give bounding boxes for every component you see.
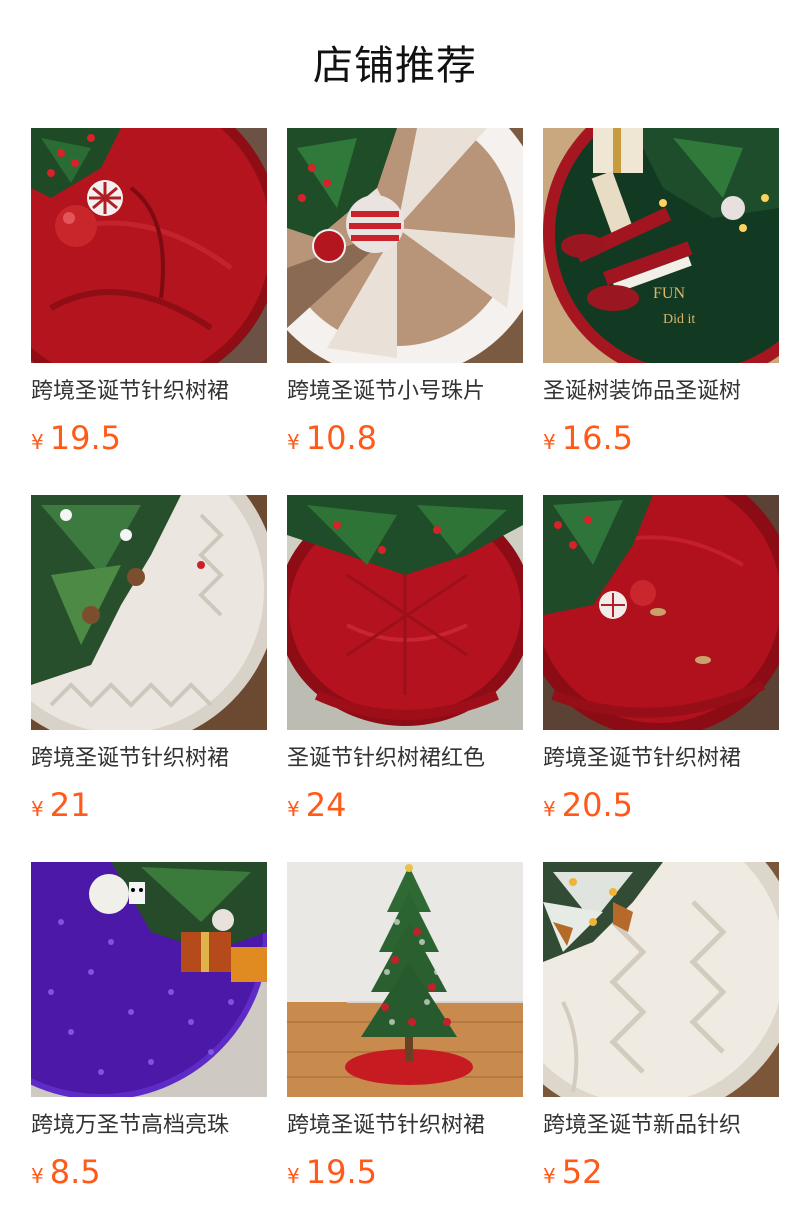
product-price: ¥52 (543, 1150, 602, 1194)
currency-symbol: ¥ (543, 1164, 556, 1188)
red-knit-buttons-tree-skirt-image[interactable] (543, 495, 779, 730)
currency-symbol: ¥ (31, 430, 44, 454)
price-value: 19.5 (305, 1153, 377, 1191)
product-price: ¥24 (287, 783, 346, 827)
red-knit-tree-skirt-image[interactable] (31, 128, 267, 363)
product-card[interactable]: 跨境圣诞节针织树裙 ¥19.5 (287, 862, 523, 1191)
product-name[interactable]: 跨境圣诞节针织树裙 (543, 743, 779, 775)
product-card[interactable]: 跨境圣诞节针织树裙 ¥20.5 (543, 495, 779, 824)
purple-sequin-tree-skirt-image[interactable] (31, 862, 267, 1097)
svg-text:Did it: Did it (663, 312, 695, 327)
product-name[interactable]: 跨境圣诞节针织树裙 (31, 376, 267, 408)
price-value: 19.5 (49, 419, 121, 457)
currency-symbol: ¥ (31, 1164, 44, 1188)
currency-symbol: ¥ (287, 1164, 300, 1188)
product-name[interactable]: 圣诞节针织树裙红色 (287, 743, 523, 775)
product-price: ¥21 (31, 783, 90, 827)
sequin-tree-skirt-image[interactable] (287, 128, 523, 363)
price-value: 10.8 (305, 419, 377, 457)
product-card[interactable]: 跨境圣诞节针织树裙 ¥21 (31, 495, 267, 824)
price-value: 8.5 (49, 1153, 101, 1191)
product-name[interactable]: 圣诞树装饰品圣诞树 (543, 376, 779, 408)
currency-symbol: ¥ (543, 430, 556, 454)
product-name[interactable]: 跨境圣诞节针织树裙 (31, 743, 267, 775)
product-price: ¥10.8 (287, 416, 377, 460)
currency-symbol: ¥ (287, 430, 300, 454)
product-name[interactable]: 跨境圣诞节针织树裙 (287, 1110, 523, 1142)
product-price: ¥20.5 (543, 783, 633, 827)
product-price: ¥19.5 (31, 416, 121, 460)
elf-tree-skirt-image[interactable]: FUN Did it (543, 128, 779, 363)
product-price: ¥19.5 (287, 1150, 377, 1194)
currency-symbol: ¥ (287, 797, 300, 821)
red-cable-tree-skirt-image[interactable] (287, 495, 523, 730)
price-value: 52 (561, 1153, 603, 1191)
product-price: ¥16.5 (543, 416, 633, 460)
product-card[interactable]: 跨境圣诞节针织树裙 ¥19.5 (31, 128, 267, 457)
product-name[interactable]: 跨境万圣节高档亮珠 (31, 1110, 267, 1142)
currency-symbol: ¥ (31, 797, 44, 821)
price-value: 24 (305, 786, 347, 824)
product-card[interactable]: 圣诞节针织树裙红色 ¥24 (287, 495, 523, 824)
white-knit-tree-skirt-image[interactable] (31, 495, 267, 730)
product-price: ¥8.5 (31, 1150, 101, 1194)
product-card[interactable]: 跨境圣诞节小号珠片 ¥10.8 (287, 128, 523, 457)
price-value: 16.5 (561, 419, 633, 457)
price-value: 21 (49, 786, 91, 824)
product-card[interactable]: 跨境万圣节高档亮珠 ¥8.5 (31, 862, 267, 1191)
svg-text:FUN: FUN (653, 285, 685, 302)
price-value: 20.5 (561, 786, 633, 824)
cream-cable-tree-skirt-image[interactable] (543, 862, 779, 1097)
page-title: 店铺推荐 (313, 43, 477, 89)
product-card[interactable]: 跨境圣诞节新品针织 ¥52 (543, 862, 779, 1191)
mini-tree-red-skirt-image[interactable] (287, 862, 523, 1097)
product-card[interactable]: FUN Did it 圣诞树装饰品圣诞树 ¥16.5 (543, 128, 779, 457)
product-grid: 跨境圣诞节针织树裙 ¥19.5 跨境圣诞节小号珠片 ¥ 10.8 FUN Did… (31, 128, 779, 1191)
product-name[interactable]: 跨境圣诞节小号珠片 (287, 376, 523, 408)
product-name[interactable]: 跨境圣诞节新品针织 (543, 1110, 779, 1142)
currency-symbol: ¥ (543, 797, 556, 821)
